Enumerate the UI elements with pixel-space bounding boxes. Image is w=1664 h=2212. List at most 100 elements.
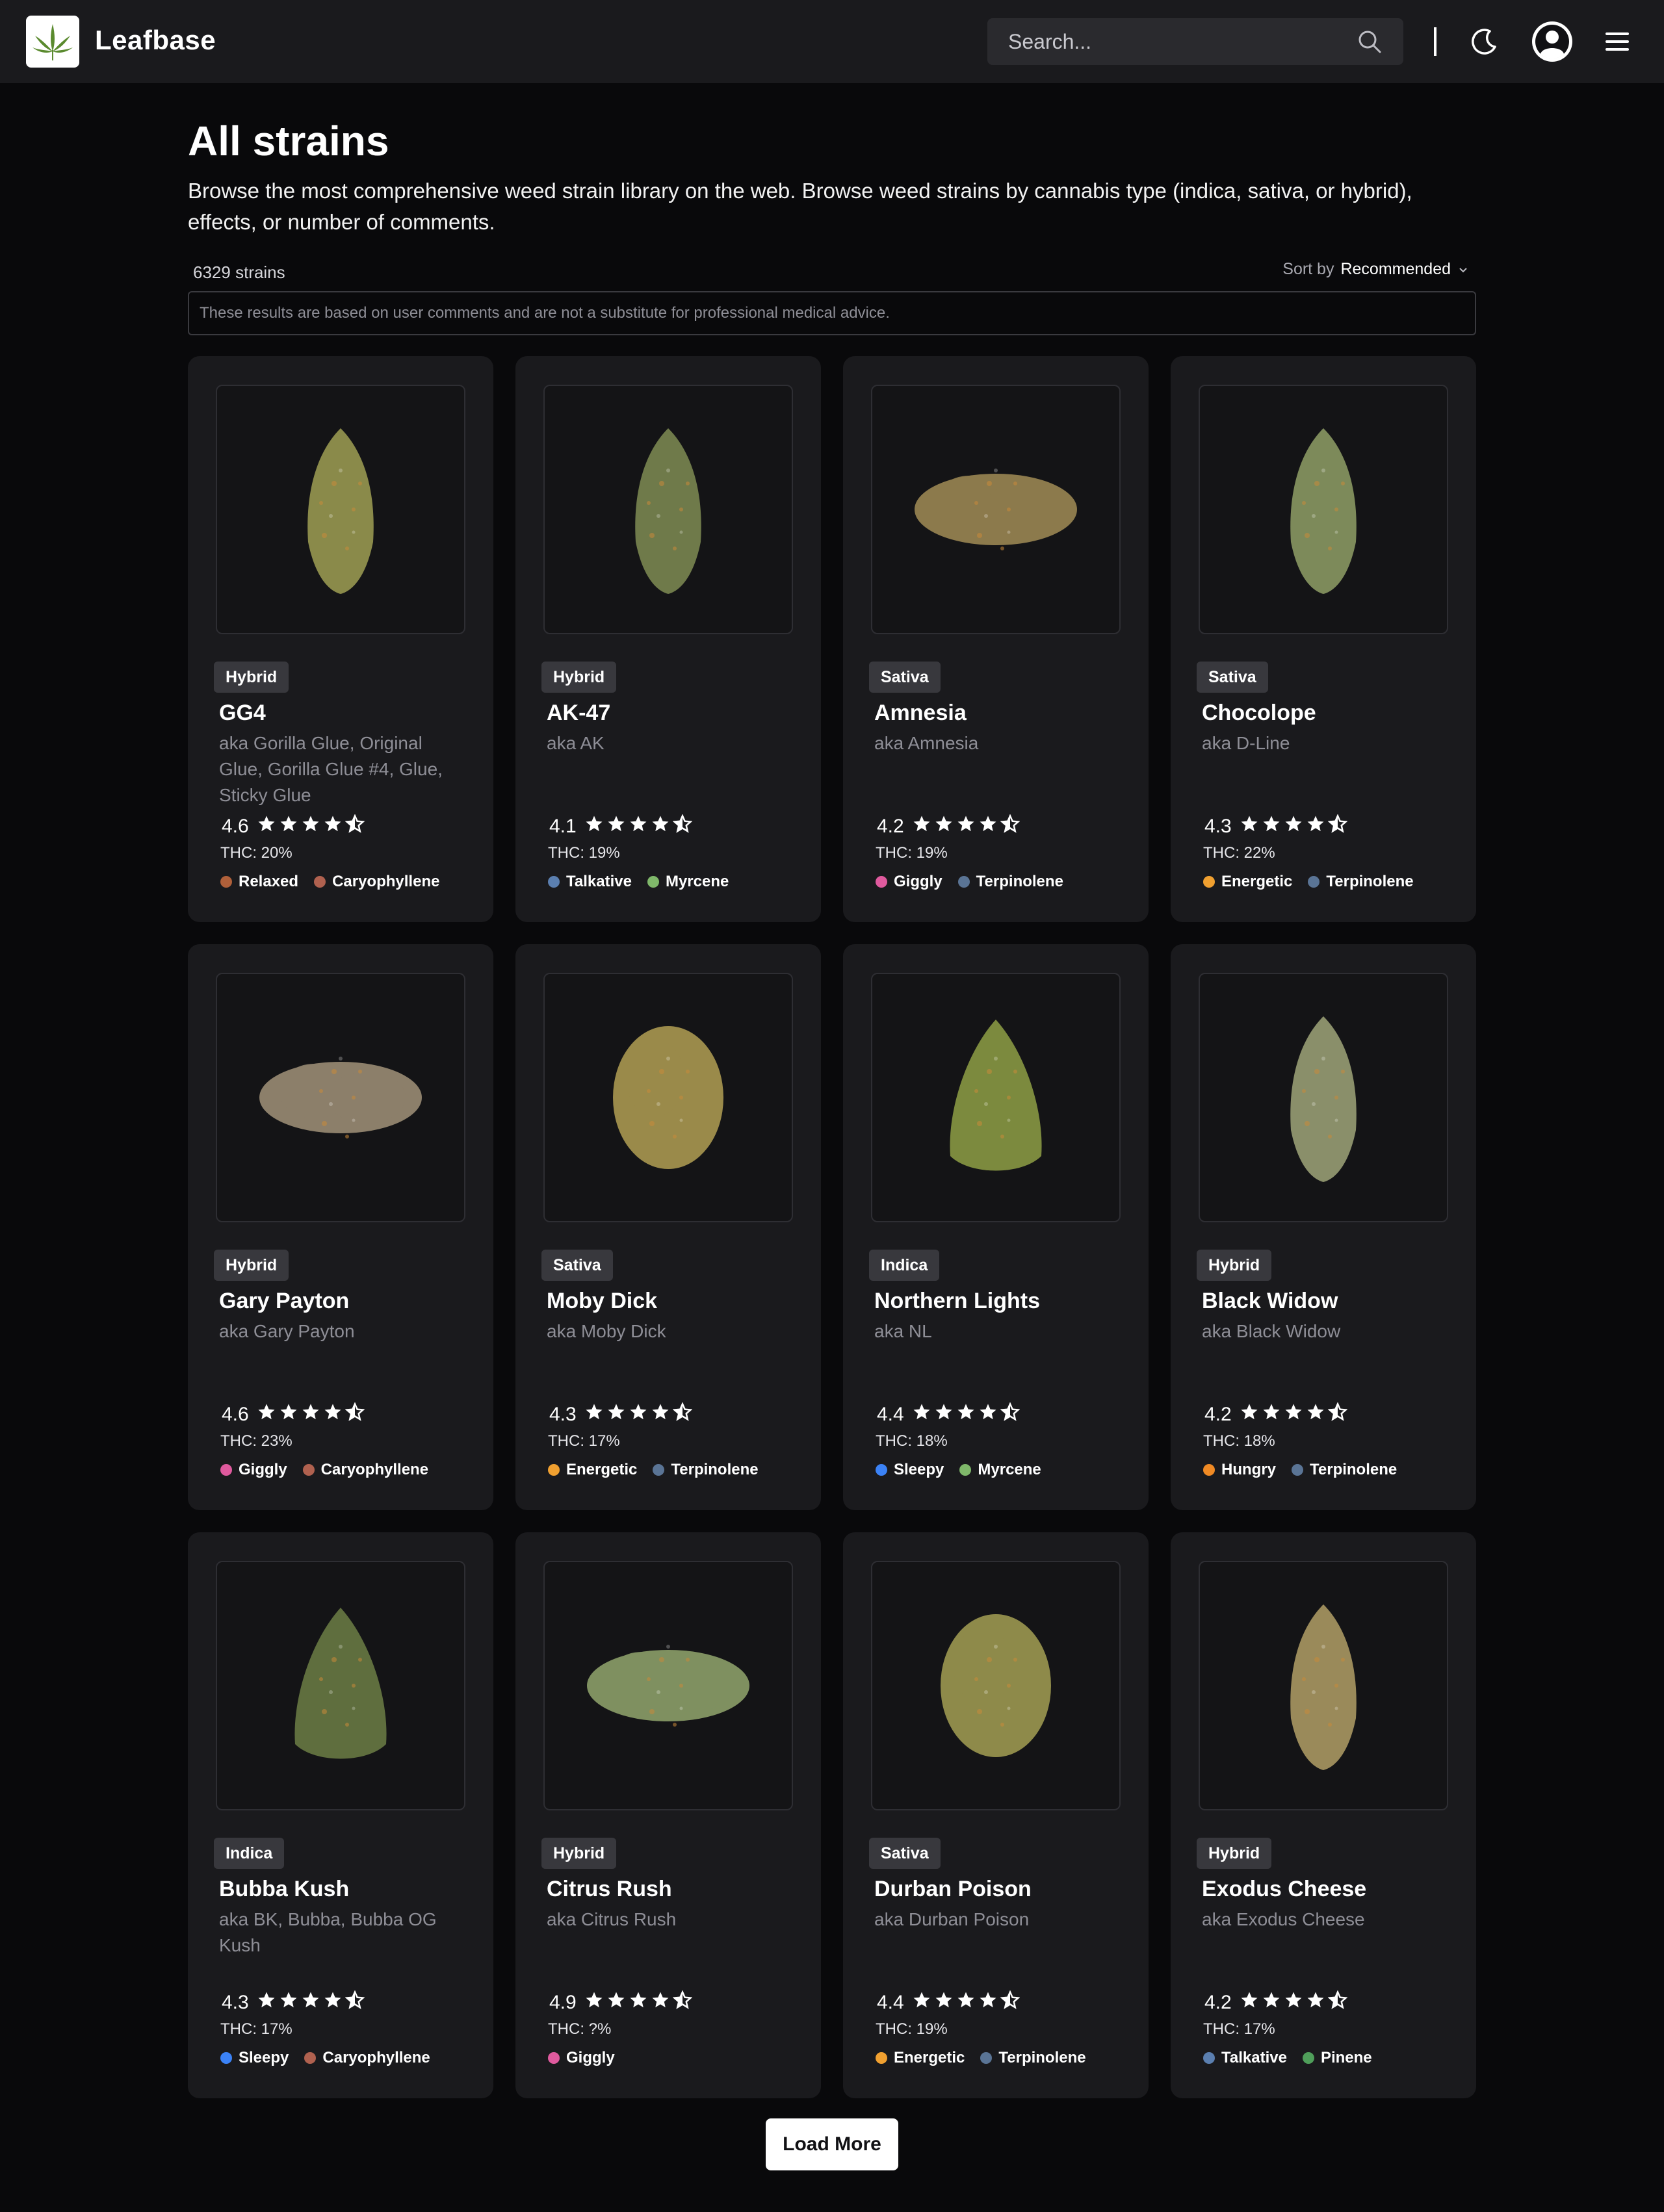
strain-card[interactable]: Hybrid AK-47 aka AK 4.1 THC: 19% Talkati… — [515, 356, 821, 922]
hamburger-menu-icon[interactable] — [1602, 26, 1633, 57]
strain-type-tag: Hybrid — [541, 1838, 617, 1869]
leafbase-logo[interactable] — [26, 16, 79, 68]
thc-level: THC: 19% — [548, 844, 620, 862]
star-icon — [651, 1990, 670, 2015]
strain-type-tag: Hybrid — [214, 662, 289, 693]
strain-name[interactable]: Exodus Cheese — [1202, 1877, 1366, 1902]
trait-color-dot — [980, 2052, 993, 2064]
strain-card[interactable]: Indica Bubba Kush aka BK, Bubba, Bubba O… — [188, 1532, 493, 2098]
strain-image[interactable] — [871, 385, 1121, 634]
half-star-icon — [1000, 1990, 1020, 2015]
rating-value: 4.4 — [877, 1404, 904, 1425]
strain-name[interactable]: Amnesia — [874, 701, 967, 726]
strain-image[interactable] — [543, 973, 793, 1222]
strain-name[interactable]: Gary Payton — [219, 1289, 349, 1314]
rating-stars — [257, 814, 365, 839]
strain-name[interactable]: Durban Poison — [874, 1877, 1032, 1902]
trait-color-dot — [1302, 2052, 1314, 2064]
search-input[interactable] — [987, 18, 1351, 65]
strain-card[interactable]: Hybrid Black Widow aka Black Widow 4.2 T… — [1171, 944, 1476, 1510]
trait-color-dot — [647, 876, 659, 888]
star-icon — [257, 1990, 276, 2015]
trait-label: Energetic — [1221, 873, 1293, 890]
strain-aliases: aka BK, Bubba, Bubba OG Kush — [219, 1909, 437, 1955]
strain-image[interactable] — [216, 1561, 465, 1810]
star-icon — [1306, 1402, 1325, 1427]
trait-label: Energetic — [894, 2049, 965, 2066]
star-icon — [978, 1990, 998, 2015]
trait-color-dot — [876, 2052, 887, 2064]
strain-image[interactable] — [871, 1561, 1121, 1810]
star-icon — [1262, 814, 1281, 839]
strain-image[interactable] — [216, 973, 465, 1222]
strain-card[interactable]: Hybrid Exodus Cheese aka Exodus Cheese 4… — [1171, 1532, 1476, 2098]
strain-image[interactable] — [543, 385, 793, 634]
strain-traits: Energetic Terpinolene — [876, 2049, 1086, 2067]
cannabis-leaf-icon — [32, 24, 73, 60]
trait-label: Caryophyllene — [320, 1461, 429, 1478]
strain-name[interactable]: GG4 — [219, 701, 266, 726]
strain-name[interactable]: Northern Lights — [874, 1289, 1040, 1314]
strain-card[interactable]: Indica Northern Lights aka NL 4.4 THC: 1… — [843, 944, 1149, 1510]
star-icon — [629, 1402, 648, 1427]
strain-card[interactable]: Sativa Amnesia aka Amnesia 4.2 THC: 19% … — [843, 356, 1149, 922]
strain-card[interactable]: Sativa Moby Dick aka Moby Dick 4.3 THC: … — [515, 944, 821, 1510]
strain-card[interactable]: Sativa Chocolope aka D-Line 4.3 THC: 22%… — [1171, 356, 1476, 922]
strain-card[interactable]: Hybrid Citrus Rush aka Citrus Rush 4.9 T… — [515, 1532, 821, 2098]
thc-level: THC: ?% — [548, 2020, 612, 2038]
strain-type-tag: Hybrid — [214, 1250, 289, 1281]
brand-name[interactable]: Leafbase — [95, 25, 216, 56]
thc-level: THC: 17% — [548, 1432, 620, 1450]
sort-dropdown[interactable]: Sort by Recommended — [1282, 260, 1469, 279]
trait-label: Myrcene — [665, 873, 729, 890]
strain-image[interactable] — [543, 1561, 793, 1810]
trait-label: Caryophyllene — [332, 873, 440, 890]
strain-type-tag: Sativa — [1197, 662, 1268, 693]
strain-rating: 4.2 — [877, 814, 1020, 839]
strain-name[interactable]: AK-47 — [547, 701, 610, 726]
search-icon[interactable] — [1351, 23, 1388, 60]
star-icon — [606, 1402, 626, 1427]
strain-type-tag: Sativa — [869, 662, 941, 693]
strain-card[interactable]: Sativa Durban Poison aka Durban Poison 4… — [843, 1532, 1149, 2098]
strain-type-tag: Indica — [214, 1838, 285, 1869]
trait-badge: Caryophyllene — [314, 873, 439, 891]
half-star-icon — [1000, 1402, 1020, 1427]
medical-disclaimer: These results are based on user comments… — [188, 291, 1476, 335]
user-avatar-icon[interactable] — [1529, 18, 1576, 65]
rating-value: 4.9 — [549, 1992, 577, 2013]
strain-card[interactable]: Hybrid GG4 aka Gorilla Glue, Original Gl… — [188, 356, 493, 922]
trait-color-dot — [957, 876, 970, 888]
trait-color-dot — [548, 1464, 560, 1476]
trait-color-dot — [304, 2052, 317, 2064]
strain-traits: Energetic Terpinolene — [1203, 873, 1414, 891]
strain-name[interactable]: Black Widow — [1202, 1289, 1338, 1314]
strain-name[interactable]: Bubba Kush — [219, 1877, 349, 1902]
strain-aliases: aka Citrus Rush — [547, 1909, 677, 1929]
strain-image[interactable] — [216, 385, 465, 634]
star-icon — [257, 814, 276, 839]
rating-value: 4.3 — [222, 1992, 249, 2013]
strain-name[interactable]: Moby Dick — [547, 1289, 657, 1314]
strain-image[interactable] — [1199, 1561, 1448, 1810]
rating-stars — [1240, 1402, 1348, 1427]
strain-image[interactable] — [1199, 973, 1448, 1222]
trait-badge: Giggly — [548, 2049, 615, 2067]
trait-badge: Terpinolene — [1308, 873, 1414, 891]
strain-name[interactable]: Citrus Rush — [547, 1877, 672, 1902]
strain-name[interactable]: Chocolope — [1202, 701, 1316, 726]
strain-traits: Hungry Terpinolene — [1203, 1461, 1397, 1479]
top-navbar: Leafbase — [0, 0, 1664, 83]
strain-aliases: aka AK — [547, 733, 604, 753]
load-more-button[interactable]: Load More — [766, 2118, 898, 2170]
strain-card[interactable]: Hybrid Gary Payton aka Gary Payton 4.6 T… — [188, 944, 493, 1510]
trait-label: Myrcene — [978, 1461, 1041, 1478]
star-icon — [606, 814, 626, 839]
strain-aliases: aka Black Widow — [1202, 1321, 1341, 1341]
trait-badge: Talkative — [548, 873, 632, 891]
strain-traits: Sleepy Myrcene — [876, 1461, 1041, 1479]
dark-mode-moon-icon[interactable] — [1468, 25, 1502, 58]
strain-image[interactable] — [1199, 385, 1448, 634]
star-icon — [629, 814, 648, 839]
strain-image[interactable] — [871, 973, 1121, 1222]
